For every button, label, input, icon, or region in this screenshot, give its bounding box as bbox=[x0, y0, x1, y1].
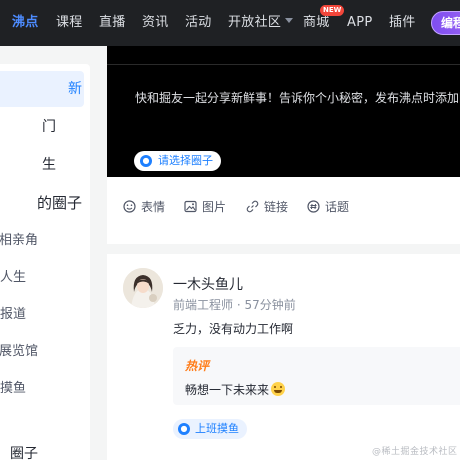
sidebar-item-label: 摸鱼 bbox=[0, 381, 26, 396]
sidebar-item-label: 的圈子 bbox=[36, 194, 82, 212]
link-icon bbox=[246, 200, 259, 213]
nav-item-events[interactable]: 活动 bbox=[185, 15, 212, 31]
avatar-image bbox=[123, 268, 163, 308]
nav-item-app[interactable]: APP bbox=[347, 15, 372, 31]
emoji-tool-button[interactable]: 表情 bbox=[123, 199, 165, 215]
chevron-down-icon bbox=[285, 18, 294, 23]
hot-comment-box[interactable]: 热评 畅想一下未来来 bbox=[173, 347, 460, 405]
watermark: @稀土掘金技术社区 bbox=[372, 447, 458, 457]
creator-center-button[interactable]: 编程 bbox=[431, 11, 460, 35]
hot-comment-text: 畅想一下未来来 bbox=[185, 381, 286, 398]
sidebar-item-slacking[interactable]: 摸鱼 bbox=[0, 371, 84, 407]
circle-tag[interactable]: ● 上班摸鱼 bbox=[173, 419, 247, 439]
circle-icon: ● bbox=[140, 155, 152, 167]
circle-icon: ● bbox=[178, 423, 190, 435]
nav-item-open-community-label: 开放社区 bbox=[228, 15, 282, 30]
post-author-name[interactable]: 一木头鱼儿 bbox=[173, 274, 243, 294]
post-card: 一木头鱼儿 前端工程师 · 57分钟前 乏力，没有动力工作啊 热评 畅想一下未来… bbox=[107, 254, 460, 460]
composer-placeholder: 快和掘友一起分享新鲜事！告诉你个小秘密，发布沸点时添加圈子 bbox=[135, 91, 460, 105]
nav-item-news[interactable]: 资讯 bbox=[142, 15, 169, 31]
sidebar-item-hot[interactable]: 门 bbox=[0, 109, 84, 145]
sidebar-item-life-2[interactable]: 人生 bbox=[0, 260, 84, 296]
image-tool-button[interactable]: 图片 bbox=[184, 199, 226, 215]
sidebar-item-dating[interactable]: 相亲角 bbox=[0, 223, 84, 259]
sidebar-item-report[interactable]: 报道 bbox=[0, 297, 84, 333]
sidebar: 新 门 生 的圈子 相亲角 人生 报道 展览馆 摸鱼 圈子 bbox=[0, 64, 90, 460]
meta-separator: · bbox=[236, 298, 241, 312]
nav-item-open-community[interactable]: 开放社区 bbox=[228, 15, 294, 31]
nav-item-shop[interactable]: 商城 bbox=[303, 15, 330, 31]
sidebar-item-label: 报道 bbox=[0, 307, 26, 322]
composer-card: 快和掘友一起分享新鲜事！告诉你个小秘密，发布沸点时添加圈子 ● 请选择圈子 表情… bbox=[107, 46, 460, 244]
post-meta: 前端工程师 · 57分钟前 bbox=[173, 296, 296, 313]
link-tool-label: 链接 bbox=[264, 200, 289, 214]
sidebar-item-label: 门 bbox=[42, 119, 56, 135]
sidebar-item-my-circles[interactable]: 的圈子 bbox=[0, 185, 84, 221]
nav-item-plugins[interactable]: 插件 bbox=[389, 15, 416, 31]
nav-item-feed[interactable]: 沸点 bbox=[12, 15, 39, 31]
hot-comment-content: 畅想一下未来来 bbox=[185, 383, 270, 397]
nav-item-live[interactable]: 直播 bbox=[99, 15, 126, 31]
sidebar-item-latest[interactable]: 新 bbox=[0, 71, 84, 107]
sidebar-item-label: 圈子 bbox=[10, 446, 38, 460]
sidebar-item-label: 生 bbox=[42, 157, 56, 173]
sidebar-item-label: 展览馆 bbox=[0, 344, 38, 359]
avatar[interactable] bbox=[123, 268, 163, 308]
sidebar-item-label: 新 bbox=[68, 81, 82, 97]
post-content: 乏力，没有动力工作啊 bbox=[173, 322, 294, 336]
image-tool-label: 图片 bbox=[202, 200, 227, 214]
nav-item-courses[interactable]: 课程 bbox=[56, 15, 83, 31]
select-circle-label: 请选择圈子 bbox=[158, 154, 213, 167]
hot-comment-label: 热评 bbox=[185, 359, 210, 373]
author-title: 前端工程师 bbox=[173, 298, 234, 312]
composer-top-strip bbox=[107, 46, 460, 64]
composer-input[interactable]: 快和掘友一起分享新鲜事！告诉你个小秘密，发布沸点时添加圈子 ● 请选择圈子 bbox=[107, 64, 460, 177]
grin-emoji-icon bbox=[271, 382, 286, 396]
post-time[interactable]: 57分钟前 bbox=[245, 298, 296, 312]
circle-tag-label: 上班摸鱼 bbox=[195, 422, 239, 435]
hashtag-icon bbox=[307, 200, 320, 213]
select-circle-button[interactable]: ● 请选择圈子 bbox=[134, 151, 221, 171]
topic-tool-button[interactable]: 话题 bbox=[307, 199, 349, 215]
sidebar-item-circles[interactable]: 圈子 bbox=[0, 436, 84, 460]
topic-tool-label: 话题 bbox=[325, 200, 350, 214]
sidebar-item-label: 相亲角 bbox=[0, 233, 38, 248]
sidebar-item-gallery[interactable]: 展览馆 bbox=[0, 334, 84, 370]
top-nav: 沸点 课程 直播 资讯 活动 开放社区 商城 NEW APP 插件 编程 bbox=[0, 0, 460, 46]
sidebar-item-label: 人生 bbox=[0, 270, 26, 285]
smile-icon bbox=[123, 200, 136, 213]
sidebar-item-life[interactable]: 生 bbox=[0, 147, 84, 183]
image-icon bbox=[184, 200, 197, 213]
emoji-tool-label: 表情 bbox=[141, 200, 166, 214]
new-badge: NEW bbox=[320, 5, 345, 16]
link-tool-button[interactable]: 链接 bbox=[246, 199, 288, 215]
